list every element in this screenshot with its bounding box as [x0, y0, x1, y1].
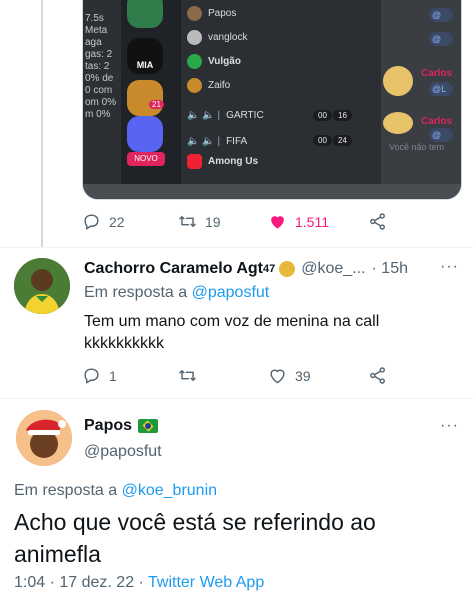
person-avatar-icon [14, 258, 70, 314]
share-button[interactable] [368, 366, 387, 385]
main-header: Papos [84, 417, 159, 435]
server-folder-icon [127, 116, 163, 152]
share-button[interactable] [368, 212, 387, 231]
voice-channel: Among Us [187, 152, 258, 170]
reply-count: 1 [109, 367, 117, 384]
avatar-cachorro[interactable] [14, 258, 70, 314]
avatar-papos[interactable] [16, 410, 72, 466]
reply1-text: Tem um mano com voz de menina na call kk… [84, 311, 379, 355]
reply1-header: Cachorro Caramelo Agt 47 @koe_... · 15h [84, 258, 464, 280]
user-handle: @ [429, 32, 453, 46]
user-handle: @ [429, 8, 453, 22]
share-icon [370, 213, 385, 230]
tweet-text-line: animefla [14, 541, 101, 567]
retweet-icon [179, 215, 196, 228]
tweet-media-image[interactable]: 7.5s Meta aga gas: 2 tas: 2 0% de 0 com … [82, 0, 462, 200]
count-badge: 00 [313, 135, 332, 146]
tweet-timestamp[interactable]: 1:04 · 17 dez. 22 · [14, 574, 144, 591]
share-icon [370, 367, 385, 384]
author-handle[interactable]: @paposfut [84, 443, 162, 461]
retweet-button[interactable] [178, 366, 268, 385]
user-avatar [383, 66, 413, 96]
voice-user: vanglock [187, 28, 247, 46]
server-label: MIA [136, 60, 154, 70]
notification-badge: 21 [149, 100, 164, 109]
reply-button[interactable]: 1 [82, 366, 178, 385]
count-badge: 00 [313, 110, 332, 121]
reply-to-link[interactable]: @koe_brunin [122, 482, 217, 499]
voice-channel: 🔈 🔈 | GARTIC [187, 109, 264, 121]
voice-user: Papos [187, 4, 236, 22]
server-icon [127, 80, 163, 116]
tweet-text-line: Acho que você está se referindo ao [14, 509, 376, 535]
tweet-source-link[interactable]: Twitter Web App [148, 574, 264, 591]
user-handle: @ [429, 128, 453, 142]
reply1-actions: 1 39 [82, 366, 392, 385]
media-right-panel [381, 0, 461, 199]
voice-user: Vulgão [187, 52, 241, 70]
author-name[interactable]: Papos [84, 417, 132, 435]
user-handle: @L [429, 82, 453, 96]
divider [0, 398, 474, 399]
status-text: Você não tem [389, 142, 445, 152]
user-avatar [383, 112, 413, 134]
more-options-icon[interactable]: ··· [440, 258, 459, 276]
like-count: 39 [295, 367, 311, 384]
reply-count: 22 [109, 213, 125, 230]
like-count: 1.511 [295, 213, 329, 230]
voice-channel: 🔈 🔈 | FIFA [187, 135, 248, 147]
tweet-actions-top: 22 19 1.511 [82, 212, 392, 231]
more-options-icon[interactable]: ··· [440, 417, 459, 435]
main-reply-context: Em resposta a @koe_brunin [14, 482, 217, 500]
new-badge: NOVO [127, 152, 165, 166]
retweet-count: 19 [205, 213, 221, 230]
brazil-flag-icon [138, 419, 159, 433]
tweet-time[interactable]: · 15h [372, 260, 408, 278]
medal-icon [279, 261, 296, 277]
user-name: Carlos [421, 116, 453, 127]
server-icon-mia: MIA [127, 38, 163, 74]
santa-hat-avatar-icon [16, 410, 72, 466]
server-icon [127, 0, 163, 28]
author-handle[interactable]: @koe_... [301, 260, 365, 278]
divider [0, 247, 474, 248]
retweet-button[interactable]: 19 [178, 212, 268, 231]
user-name: Carlos [421, 68, 453, 79]
reply-prefix: Em resposta a [84, 284, 188, 301]
retweet-icon [179, 369, 196, 382]
reply-icon [84, 214, 99, 230]
tweet-text-line: Tem um mano com voz de menina na call [84, 313, 380, 330]
count-badge: 24 [333, 135, 352, 146]
media-bottom-bar [83, 184, 461, 199]
main-tweet-text: Acho que você está se referindo ao anime… [14, 506, 376, 570]
reply-prefix: Em resposta a [14, 482, 118, 499]
reply-to-link[interactable]: @paposfut [192, 284, 270, 301]
author-name[interactable]: Cachorro Caramelo Agt [84, 260, 263, 278]
heart-filled-icon [271, 216, 284, 229]
reply-icon [84, 368, 99, 384]
thread-connector-line [41, 0, 43, 248]
like-button[interactable]: 39 [268, 366, 368, 385]
tweet-text-line: kkkkkkkkkk [84, 335, 164, 352]
reply1-context: Em resposta a @paposfut [84, 284, 269, 302]
author-name-superscript: 47 [263, 263, 276, 275]
reply-button[interactable]: 22 [82, 212, 178, 231]
main-meta: 1:04 · 17 dez. 22 · Twitter Web App [14, 574, 264, 592]
like-button[interactable]: 1.511 [268, 212, 368, 231]
heart-icon [270, 369, 285, 384]
voice-user: Zaifo [187, 76, 230, 94]
count-badge: 16 [333, 110, 352, 121]
